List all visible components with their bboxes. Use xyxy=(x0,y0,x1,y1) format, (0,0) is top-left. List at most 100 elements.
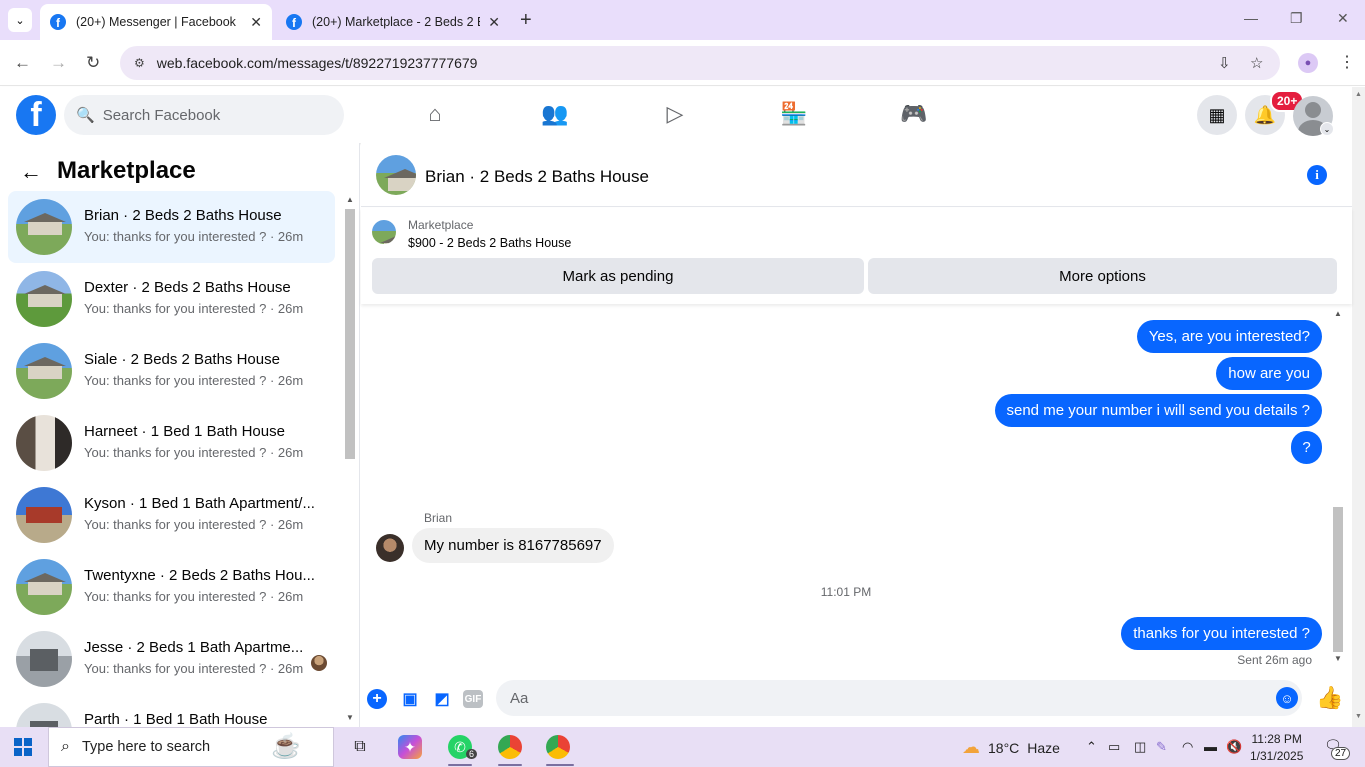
scroll-up-icon[interactable]: ▲ xyxy=(346,195,354,204)
marketplace-label: Marketplace xyxy=(408,218,474,232)
plus-icon[interactable]: + xyxy=(367,689,387,709)
address-bar[interactable]: ⚙ web.facebook.com/messages/t/8922719237… xyxy=(120,46,1280,80)
pen-icon[interactable]: ✎ xyxy=(1156,739,1167,755)
conversation-name: Brian · 2 Beds 2 Baths House xyxy=(84,207,282,224)
reload-icon[interactable]: ↻ xyxy=(86,53,100,73)
scroll-down-icon[interactable]: ▼ xyxy=(1355,713,1362,720)
conversation-name: Twentyxne · 2 Beds 2 Baths Hou... xyxy=(84,567,315,584)
listing-thumbnail[interactable] xyxy=(372,220,396,244)
sticker-icon[interactable]: ◩ xyxy=(431,688,453,710)
close-tab-icon[interactable]: ✕ xyxy=(488,14,500,31)
tab-search-dropdown[interactable]: ⌄ xyxy=(8,8,32,32)
forward-icon[interactable]: → xyxy=(50,53,67,73)
hot-drink-icon: ☕ xyxy=(271,733,301,760)
video-icon[interactable]: ▷ xyxy=(660,101,690,127)
windows-taskbar: ⌕ Type here to search ☕ ⧉ ✦ ✆ 6 ☁ 18°C H… xyxy=(0,727,1365,767)
scrollbar-thumb[interactable] xyxy=(1333,507,1343,652)
close-window-icon[interactable]: ✕ xyxy=(1337,10,1349,27)
conversation-item[interactable]: Harneet · 1 Bed 1 Bath House You: thanks… xyxy=(8,407,335,479)
close-tab-icon[interactable]: ✕ xyxy=(250,14,262,31)
chat-title[interactable]: Brian · 2 Beds 2 Baths House xyxy=(425,167,649,187)
back-icon[interactable]: ← xyxy=(14,53,31,73)
taskbar-clock[interactable]: 11:28 PM 1/31/2025 xyxy=(1250,731,1303,765)
conversation-list-scrollbar[interactable]: ▲ ▼ xyxy=(343,191,357,727)
taskbar-search[interactable]: ⌕ Type here to search ☕ xyxy=(48,727,334,767)
minimize-icon[interactable]: — xyxy=(1244,10,1258,26)
new-tab-icon[interactable]: + xyxy=(520,9,532,32)
outgoing-message[interactable]: ? xyxy=(1291,431,1322,464)
facebook-logo-icon[interactable]: f xyxy=(16,95,56,135)
page-scrollbar[interactable]: ▲ ▼ xyxy=(1352,87,1365,727)
sender-avatar[interactable] xyxy=(376,534,404,562)
wifi-icon[interactable]: ◠ xyxy=(1182,739,1193,755)
bookmark-star-icon[interactable]: ☆ xyxy=(1250,54,1263,72)
photo-icon[interactable]: ▣ xyxy=(399,688,421,710)
weather-temp: 18°C xyxy=(988,739,1020,756)
chevron-down-icon[interactable]: ⌄ xyxy=(1320,122,1334,136)
conversation-preview: You: thanks for you interested ? · 26m xyxy=(84,445,304,460)
facebook-favicon-icon: f xyxy=(50,14,66,30)
chat-listing-thumbnail[interactable] xyxy=(376,155,416,195)
screen-icon[interactable]: ▭ xyxy=(1108,739,1120,755)
tab-messenger[interactable]: f (20+) Messenger | Facebook ✕ xyxy=(40,4,272,40)
home-icon[interactable]: ⌂ xyxy=(420,101,450,127)
friends-icon[interactable]: 👥 xyxy=(540,101,570,127)
weather-widget[interactable]: ☁ 18°C Haze xyxy=(962,737,1060,758)
install-app-icon[interactable]: ⇩ xyxy=(1218,54,1231,72)
site-info-icon[interactable]: ⚙ xyxy=(134,56,145,70)
gif-icon[interactable]: GIF xyxy=(463,690,483,708)
info-icon[interactable]: i xyxy=(1307,165,1327,185)
messages-scrollbar[interactable]: ▲ ▼ xyxy=(1331,309,1345,665)
gaming-icon[interactable]: 🎮 xyxy=(899,101,929,127)
tab-marketplace[interactable]: f (20+) Marketplace - 2 Beds 2 Baths Hou… xyxy=(276,4,510,40)
menu-grid-icon[interactable]: ▦ xyxy=(1197,95,1237,135)
copilot-icon[interactable]: ✦ xyxy=(398,735,422,759)
meet-icon[interactable]: ◫ xyxy=(1134,739,1146,755)
windows-start-icon[interactable] xyxy=(14,738,32,756)
more-options-button[interactable]: More options xyxy=(868,258,1337,294)
conversation-item[interactable]: Dexter · 2 Beds 2 Baths House You: thank… xyxy=(8,263,335,335)
conversation-item[interactable]: Siale · 2 Beds 2 Baths House You: thanks… xyxy=(8,335,335,407)
conversation-item[interactable]: Twentyxne · 2 Beds 2 Baths Hou... You: t… xyxy=(8,551,335,623)
outgoing-message[interactable]: send me your number i will send you deta… xyxy=(994,394,1322,427)
mark-as-pending-button[interactable]: Mark as pending xyxy=(372,258,864,294)
search-input[interactable] xyxy=(102,106,323,124)
battery-icon[interactable]: ▬ xyxy=(1204,739,1217,754)
emoji-icon[interactable]: ☺ xyxy=(1276,687,1298,709)
chrome-icon[interactable] xyxy=(498,735,522,759)
conversation-preview: You: thanks for you interested ? · 26m xyxy=(84,589,304,604)
chrome-profile-icon[interactable] xyxy=(546,735,570,759)
facebook-favicon-icon: f xyxy=(286,14,302,30)
app-active-indicator xyxy=(448,764,472,766)
facebook-search[interactable]: 🔍 xyxy=(64,95,344,135)
conversation-preview: You: thanks for you interested ? · 26m xyxy=(84,373,304,388)
volume-muted-icon[interactable]: 🔇 xyxy=(1226,739,1242,755)
restore-icon[interactable]: ❐ xyxy=(1290,10,1303,27)
marketplace-icon[interactable]: 🏪 xyxy=(779,101,809,127)
conversation-item[interactable]: Kyson · 1 Bed 1 Bath Apartment/... You: … xyxy=(8,479,335,551)
scroll-up-icon[interactable]: ▲ xyxy=(1334,309,1342,318)
conversation-item[interactable]: Parth · 1 Bed 1 Bath House xyxy=(8,695,335,727)
outgoing-message[interactable]: how are you xyxy=(1216,357,1322,390)
conversation-item[interactable]: Brian · 2 Beds 2 Baths House You: thanks… xyxy=(8,191,335,263)
thumbs-up-icon[interactable]: 👍 xyxy=(1316,685,1343,711)
listing-thumbnail xyxy=(16,703,72,727)
task-view-icon[interactable]: ⧉ xyxy=(348,735,372,759)
outgoing-message[interactable]: Yes, are you interested? xyxy=(1136,320,1322,353)
conversation-preview: You: thanks for you interested ? · 26m xyxy=(84,229,304,244)
sent-status: Sent 26m ago xyxy=(1237,653,1312,667)
chevron-up-icon[interactable]: ⌃ xyxy=(1086,739,1097,755)
scroll-down-icon[interactable]: ▼ xyxy=(1334,654,1342,663)
read-receipt-avatar xyxy=(311,655,327,671)
browser-profile-icon[interactable]: ● xyxy=(1298,53,1318,73)
incoming-message[interactable]: My number is 8167785697 xyxy=(412,528,614,563)
scroll-up-icon[interactable]: ▲ xyxy=(1355,91,1362,98)
outgoing-message[interactable]: thanks for you interested ? xyxy=(1121,617,1322,650)
scrollbar-thumb[interactable] xyxy=(345,209,355,459)
back-arrow-icon[interactable]: ← xyxy=(20,159,42,185)
message-input[interactable] xyxy=(496,680,1302,716)
browser-menu-icon[interactable]: ⋮ xyxy=(1339,52,1355,72)
conversation-item[interactable]: Jesse · 2 Beds 1 Bath Apartme... You: th… xyxy=(8,623,335,695)
listing-price-title[interactable]: $900 - 2 Beds 2 Baths House xyxy=(408,236,571,250)
scroll-down-icon[interactable]: ▼ xyxy=(346,713,354,722)
